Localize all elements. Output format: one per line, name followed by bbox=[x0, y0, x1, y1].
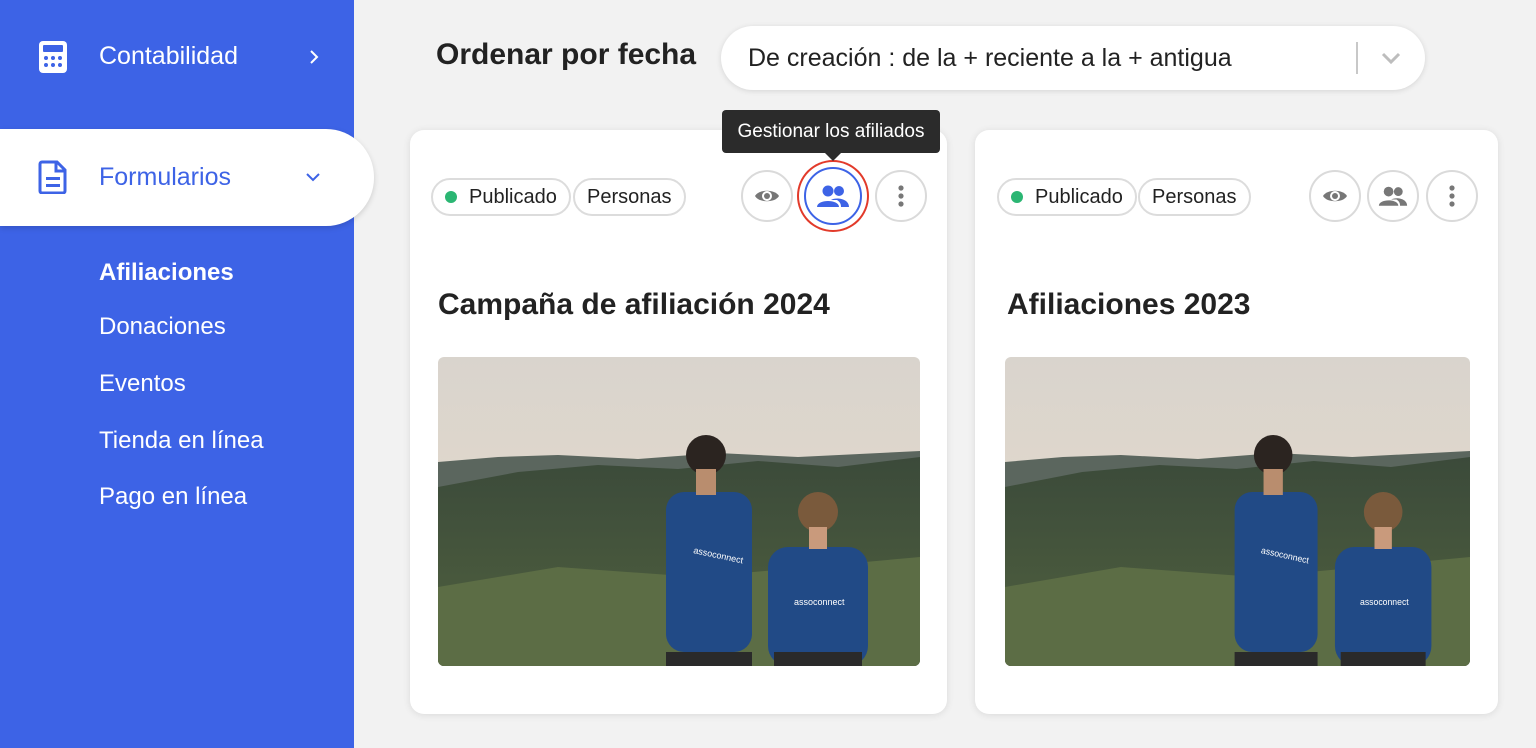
chevron-right-icon bbox=[310, 50, 319, 64]
eye-icon bbox=[1323, 190, 1347, 202]
tooltip-arrow bbox=[825, 153, 841, 161]
chevron-down-icon[interactable] bbox=[1380, 50, 1402, 66]
calculator-icon bbox=[39, 41, 67, 73]
preview-button[interactable] bbox=[741, 170, 793, 222]
status-dot bbox=[445, 191, 457, 203]
sidebar-subitem-pago[interactable]: Pago en línea bbox=[99, 483, 247, 511]
status-text: Publicado bbox=[1035, 185, 1123, 208]
chevron-down-icon bbox=[306, 173, 320, 182]
type-text: Personas bbox=[587, 185, 672, 208]
eye-icon bbox=[755, 190, 779, 202]
status-text: Publicado bbox=[469, 185, 557, 208]
sidebar-item-label: Contabilidad bbox=[99, 42, 238, 70]
select-divider bbox=[1356, 42, 1358, 74]
sort-label: Ordenar por fecha bbox=[436, 38, 697, 71]
sidebar-subitem-afiliaciones[interactable]: Afiliaciones bbox=[99, 259, 234, 287]
more-options-button[interactable] bbox=[875, 170, 927, 222]
sidebar: Contabilidad Formularios Afiliaciones Do… bbox=[0, 0, 374, 748]
type-badge: Personas bbox=[573, 178, 686, 216]
sidebar-subitem-eventos[interactable]: Eventos bbox=[99, 370, 186, 398]
users-icon bbox=[1378, 186, 1408, 206]
sidebar-subitem-donaciones[interactable]: Donaciones bbox=[99, 313, 226, 341]
shirt-text: assoconnect bbox=[1360, 597, 1409, 607]
sidebar-subitem-tienda[interactable]: Tienda en línea bbox=[99, 427, 264, 455]
sort-selected-value: De creación : de la + reciente a la + an… bbox=[748, 44, 1232, 72]
preview-button[interactable] bbox=[1309, 170, 1361, 222]
status-badge: Publicado bbox=[431, 178, 571, 216]
sidebar-item-formularios[interactable]: Formularios bbox=[0, 129, 374, 226]
sidebar-item-contabilidad[interactable]: Contabilidad bbox=[0, 28, 354, 86]
card-image: assoconnect assoconnect bbox=[1005, 357, 1470, 666]
users-icon bbox=[817, 185, 849, 207]
card-image: assoconnect assoconnect bbox=[438, 357, 920, 666]
type-badge: Personas bbox=[1138, 178, 1251, 216]
type-text: Personas bbox=[1152, 185, 1237, 208]
sidebar-item-label: Formularios bbox=[99, 163, 231, 191]
status-badge: Publicado bbox=[997, 178, 1137, 216]
form-card[interactable]: Publicado Personas Campaña de afiliación… bbox=[410, 130, 947, 714]
manage-members-button[interactable] bbox=[1367, 170, 1419, 222]
sort-select[interactable]: De creación : de la + reciente a la + an… bbox=[721, 26, 1425, 90]
status-dot bbox=[1011, 191, 1023, 203]
more-vertical-icon bbox=[1449, 185, 1455, 207]
more-options-button[interactable] bbox=[1426, 170, 1478, 222]
card-title: Afiliaciones 2023 bbox=[1007, 288, 1251, 321]
card-title: Campaña de afiliación 2024 bbox=[438, 288, 830, 321]
manage-members-button[interactable] bbox=[804, 167, 862, 225]
form-card[interactable]: Publicado Personas Afiliaciones 2023 ass… bbox=[975, 130, 1498, 714]
document-icon bbox=[38, 160, 67, 194]
tooltip: Gestionar los afiliados bbox=[722, 110, 940, 161]
tooltip-text: Gestionar los afiliados bbox=[737, 120, 925, 142]
more-vertical-icon bbox=[898, 185, 904, 207]
shirt-text: assoconnect bbox=[794, 597, 845, 607]
